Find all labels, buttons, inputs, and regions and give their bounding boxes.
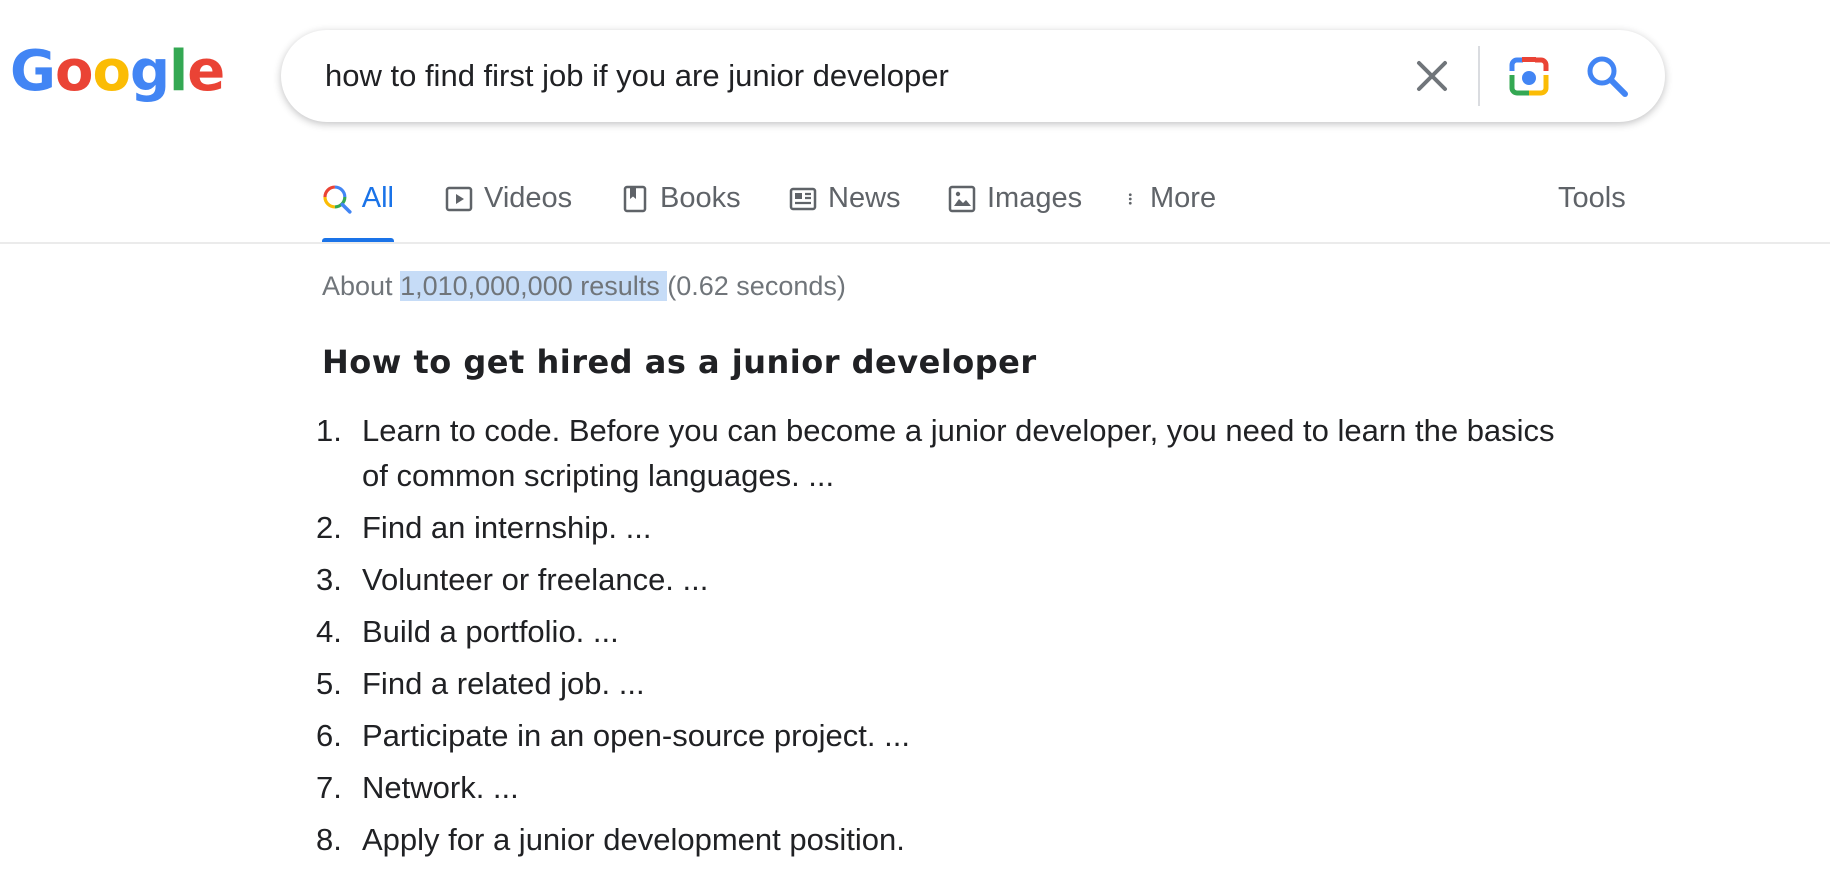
featured-snippet-title: How to get hired as a junior developer bbox=[322, 343, 1037, 381]
list-text: Network. ... bbox=[362, 770, 519, 805]
featured-snippet-list: 1. Learn to code. Before you can become a… bbox=[316, 408, 1556, 869]
tab-images[interactable]: Images bbox=[947, 176, 1082, 244]
list-number: 2. bbox=[316, 510, 342, 545]
clear-icon[interactable] bbox=[1409, 53, 1455, 99]
logo-letter: G bbox=[10, 39, 56, 104]
list-text: Build a portfolio. ... bbox=[362, 614, 619, 649]
logo-letter: o bbox=[92, 39, 130, 104]
search-box[interactable]: how to find first job if you are junior … bbox=[281, 30, 1665, 122]
tab-label: Videos bbox=[484, 182, 573, 214]
list-item: 7. Network. ... bbox=[316, 765, 1556, 810]
list-text: Find a related job. ... bbox=[362, 666, 645, 701]
search-input[interactable]: how to find first job if you are junior … bbox=[325, 30, 949, 122]
newspaper-icon bbox=[789, 187, 817, 211]
stats-count-selected: 1,010,000,000 results bbox=[400, 271, 668, 301]
logo-letter: l bbox=[169, 39, 188, 104]
result-stats: About 1,010,000,000 results (0.62 second… bbox=[322, 268, 846, 304]
tab-all[interactable]: All bbox=[322, 176, 394, 244]
tab-news[interactable]: News bbox=[788, 176, 901, 244]
list-number: 7. bbox=[316, 770, 342, 805]
list-item: 1. Learn to code. Before you can become a… bbox=[316, 408, 1556, 498]
stats-time: (0.62 seconds) bbox=[667, 271, 846, 301]
search-divider bbox=[1478, 46, 1480, 106]
logo-letter: g bbox=[129, 39, 170, 104]
camera-lens-icon[interactable] bbox=[1504, 51, 1554, 101]
list-item: 5. Find a related job. ... bbox=[316, 661, 1556, 706]
logo-letter: o bbox=[54, 39, 93, 104]
image-icon bbox=[948, 185, 976, 213]
tab-label: More bbox=[1150, 182, 1217, 214]
tab-more[interactable]: More bbox=[1126, 176, 1216, 244]
list-item: 6. Participate in an open-source project.… bbox=[316, 713, 1556, 758]
play-icon bbox=[445, 186, 473, 212]
list-number: 6. bbox=[316, 718, 342, 753]
more-vert-icon bbox=[1128, 193, 1132, 205]
list-number: 1. bbox=[316, 413, 342, 448]
tab-label: News bbox=[828, 182, 901, 214]
search-multicolor-icon bbox=[323, 185, 352, 214]
tab-books[interactable]: Books bbox=[620, 176, 741, 244]
tools-button[interactable]: Tools bbox=[1558, 176, 1626, 221]
list-item: 2. Find an internship. ... bbox=[316, 505, 1556, 550]
book-icon bbox=[623, 185, 647, 213]
search-icon[interactable] bbox=[1581, 50, 1633, 102]
stats-prefix: About bbox=[322, 271, 401, 301]
google-logo[interactable]: Google bbox=[10, 39, 225, 104]
tab-label: Books bbox=[660, 182, 741, 214]
tab-label: All bbox=[361, 182, 394, 214]
list-text: Learn to code. Before you can become a j… bbox=[362, 413, 1555, 493]
list-text: Participate in an open-source project. .… bbox=[362, 718, 910, 753]
logo-letter: e bbox=[187, 39, 225, 104]
list-text: Apply for a junior development position. bbox=[362, 822, 905, 857]
list-number: 5. bbox=[316, 666, 342, 701]
list-item: 4. Build a portfolio. ... bbox=[316, 609, 1556, 654]
list-number: 3. bbox=[316, 562, 342, 597]
list-number: 8. bbox=[316, 822, 342, 857]
list-text: Find an internship. ... bbox=[362, 510, 652, 545]
list-item: 3. Volunteer or freelance. ... bbox=[316, 557, 1556, 602]
list-number: 4. bbox=[316, 614, 342, 649]
list-text: Volunteer or freelance. ... bbox=[362, 562, 709, 597]
tab-videos[interactable]: Videos bbox=[444, 176, 572, 244]
tab-label: Images bbox=[987, 182, 1083, 214]
list-item: 8. Apply for a junior development positio… bbox=[316, 817, 1556, 862]
tabs-divider bbox=[0, 242, 1830, 244]
